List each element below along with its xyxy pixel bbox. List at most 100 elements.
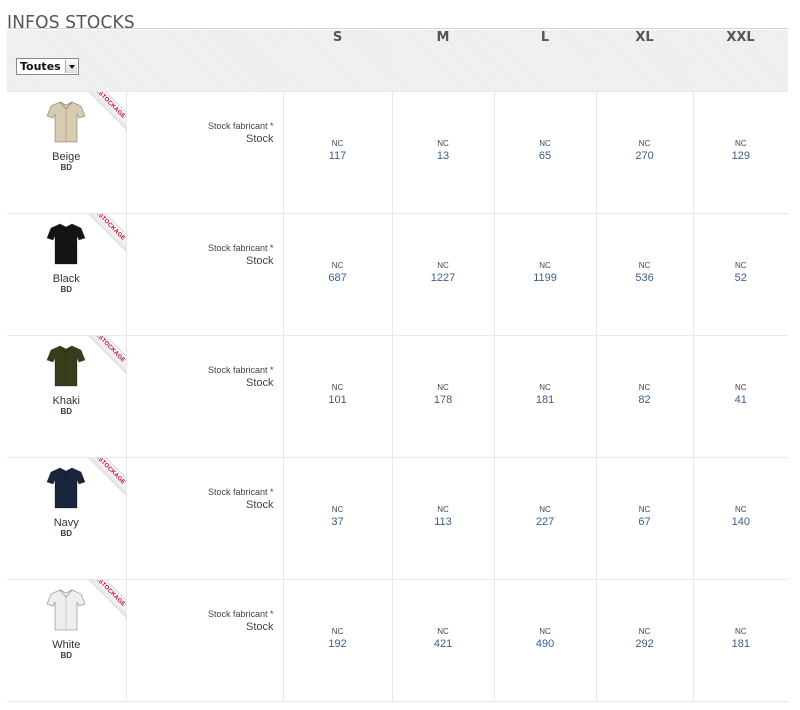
color-filter-select[interactable]: Toutes	[16, 57, 79, 75]
table-row: DÉSTOCKAGE Khaki BD Stock fabricant * Stock N…	[7, 335, 789, 457]
product-image[interactable]	[46, 99, 86, 145]
product-cell: DÉSTOCKAGE Black BD	[7, 213, 127, 335]
color-filter-value: Toutes	[20, 59, 61, 73]
stock-table: Toutes S M L XL XXL DÉSTOCKAGE Beige BD Sto…	[7, 30, 789, 702]
stock-cell-s: NC 117	[283, 91, 393, 213]
manufacturer-stock-value: NC	[734, 626, 747, 636]
shirt-icon	[46, 467, 86, 508]
stock-cell-xxl: NC 41	[693, 335, 788, 457]
stock-cell-s: NC 687	[283, 213, 393, 335]
stock-cell-l: NC 181	[494, 335, 597, 457]
table-row: DÉSTOCKAGE White BD Stock fabricant * Stock N…	[7, 579, 789, 701]
manufacturer-stock-value: NC	[734, 504, 747, 514]
stock-quantity: 67	[638, 515, 651, 528]
product-cell: DÉSTOCKAGE Navy BD	[7, 457, 127, 579]
size-header-l: L	[494, 30, 597, 91]
stock-quantity: 192	[328, 637, 347, 650]
manufacturer-stock-value: NC	[539, 626, 551, 636]
manufacturer-stock-value: NC	[638, 260, 651, 270]
stock-quantity: 536	[635, 271, 654, 284]
stock-cell-xl: NC 292	[596, 579, 694, 701]
manufacturer-stock-value: NC	[437, 382, 449, 392]
stock-cell-m: NC 178	[392, 335, 495, 457]
manufacturer-stock-value: NC	[331, 138, 344, 148]
manufacturer-stock-value: NC	[734, 260, 747, 270]
stock-quantity: 227	[535, 515, 555, 528]
stock-cell-xl: NC 82	[596, 335, 694, 457]
manufacturer-stock-value: NC	[331, 382, 344, 392]
stock-labels-cell: Stock fabricant * Stock	[126, 335, 284, 457]
filter-header: Toutes	[7, 30, 284, 91]
stock-quantity: 1199	[533, 271, 557, 284]
stock-cell-l: NC 227	[494, 457, 597, 579]
stock-cell-l: NC 1199	[494, 213, 597, 335]
color-code: BD	[60, 650, 73, 660]
stock-cell-s: NC 192	[283, 579, 393, 701]
size-header-s: S	[283, 30, 393, 91]
manufacturer-stock-label: Stock fabricant *	[207, 364, 274, 375]
stock-label: Stock	[246, 376, 274, 389]
product-cell: DÉSTOCKAGE Khaki BD	[7, 335, 127, 457]
color-name: Black	[52, 272, 80, 285]
table-header-row: Toutes S M L XL XXL	[7, 30, 789, 91]
manufacturer-stock-label: Stock fabricant *	[207, 242, 274, 253]
stock-labels-cell: Stock fabricant * Stock	[126, 91, 284, 213]
stock-cell-xl: NC 67	[596, 457, 694, 579]
manufacturer-stock-value: NC	[331, 626, 344, 636]
stock-quantity: 687	[328, 271, 347, 284]
manufacturer-stock-label: Stock fabricant *	[207, 120, 274, 131]
product-image[interactable]	[46, 221, 86, 267]
manufacturer-stock-value: NC	[734, 138, 747, 148]
manufacturer-stock-value: NC	[638, 626, 651, 636]
stock-cell-xxl: NC 140	[693, 457, 788, 579]
stock-quantity: 181	[731, 637, 750, 650]
manufacturer-stock-value: NC	[437, 260, 449, 270]
shirt-icon	[46, 589, 86, 630]
stock-cell-l: NC 65	[494, 91, 597, 213]
stock-quantity: 65	[538, 149, 552, 162]
stock-quantity: 82	[638, 393, 651, 406]
color-code: BD	[60, 284, 73, 294]
stock-quantity: 270	[635, 149, 654, 162]
stock-quantity: 129	[731, 149, 750, 162]
stock-quantity: 41	[734, 393, 747, 406]
shirt-icon	[46, 101, 86, 142]
manufacturer-stock-value: NC	[539, 504, 551, 514]
manufacturer-stock-value: NC	[638, 504, 651, 514]
table-row: DÉSTOCKAGE Beige BD Stock fabricant * Stock N…	[7, 91, 789, 213]
stock-cell-xl: NC 270	[596, 91, 694, 213]
stock-cell-m: NC 113	[392, 457, 495, 579]
color-code: BD	[60, 406, 73, 416]
manufacturer-stock-value: NC	[539, 260, 551, 270]
manufacturer-stock-value: NC	[638, 382, 651, 392]
stock-cell-m: NC 1227	[392, 213, 495, 335]
stock-cell-m: NC 13	[392, 91, 495, 213]
stock-quantity: 421	[433, 637, 453, 650]
manufacturer-stock-value: NC	[437, 138, 449, 148]
product-image[interactable]	[46, 587, 86, 633]
size-header-m: M	[392, 30, 495, 91]
stock-cell-xxl: NC 52	[693, 213, 788, 335]
manufacturer-stock-label: Stock fabricant *	[207, 608, 274, 619]
product-image[interactable]	[46, 465, 86, 511]
stock-cell-l: NC 490	[494, 579, 597, 701]
stock-quantity: 1227	[430, 271, 456, 284]
stock-cell-m: NC 421	[392, 579, 495, 701]
stock-quantity: 140	[731, 515, 750, 528]
manufacturer-stock-value: NC	[734, 382, 747, 392]
stock-quantity: 181	[535, 393, 555, 406]
manufacturer-stock-value: NC	[539, 382, 551, 392]
manufacturer-stock-label: Stock fabricant *	[207, 486, 274, 497]
title-divider	[7, 28, 788, 29]
product-cell: DÉSTOCKAGE White BD	[7, 579, 127, 701]
color-name: White	[52, 638, 81, 651]
color-code: BD	[60, 528, 73, 538]
stock-quantity: 52	[734, 271, 747, 284]
size-header-xxl: XXL	[693, 30, 789, 91]
stock-labels-cell: Stock fabricant * Stock	[126, 457, 284, 579]
color-name: Beige	[52, 150, 81, 163]
size-header-xl: XL	[596, 30, 694, 91]
stock-cell-s: NC 37	[283, 457, 393, 579]
product-image[interactable]	[46, 343, 86, 389]
shirt-icon	[46, 345, 86, 386]
